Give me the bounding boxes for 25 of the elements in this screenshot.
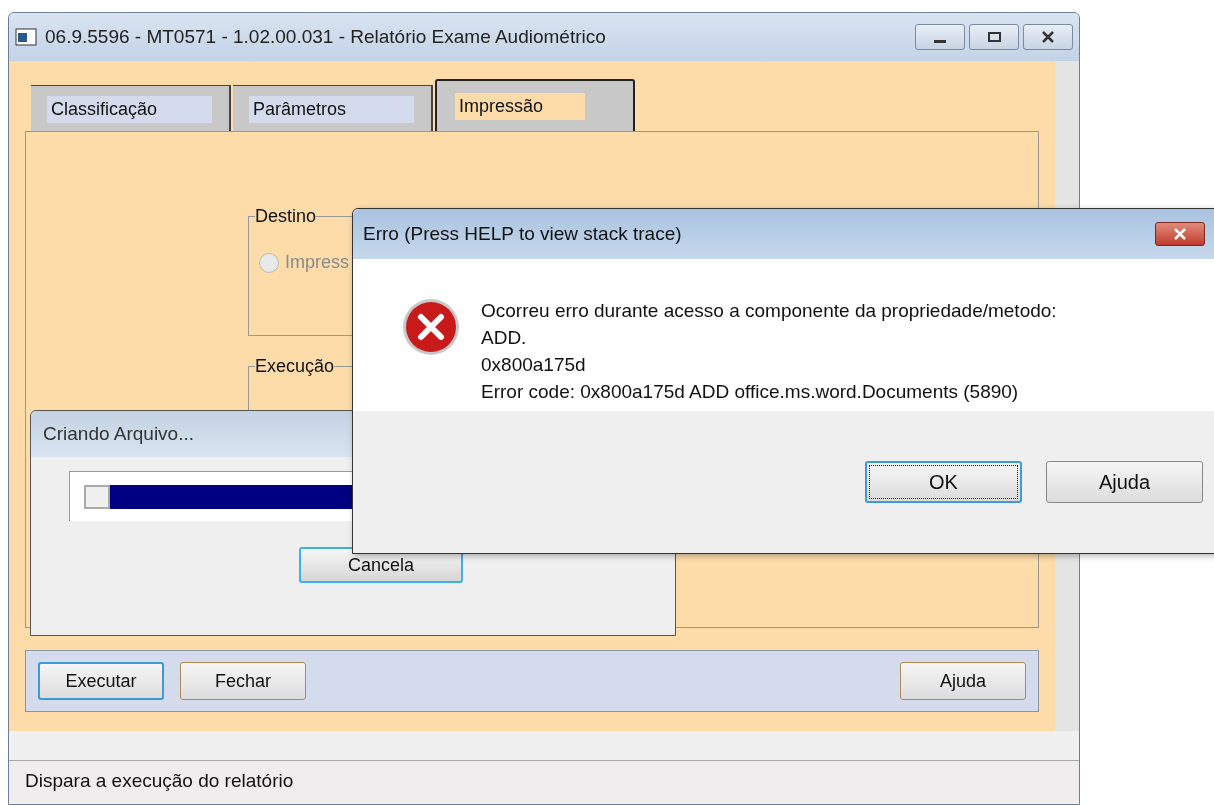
tab[interactable]: Parâmetros bbox=[233, 85, 433, 131]
minimize-button[interactable] bbox=[915, 24, 965, 50]
close-icon bbox=[1173, 228, 1187, 240]
tab[interactable]: Classificação bbox=[31, 85, 231, 131]
close-icon bbox=[1041, 31, 1055, 43]
action-button[interactable]: Fechar bbox=[180, 662, 306, 700]
radio-label: Impress bbox=[285, 251, 349, 274]
action-button[interactable]: Executar bbox=[38, 662, 164, 700]
dialog-button[interactable]: Ajuda bbox=[1046, 461, 1203, 503]
close-button[interactable] bbox=[1155, 222, 1205, 246]
help-button[interactable]: Ajuda bbox=[900, 662, 1026, 700]
tab[interactable]: Impressão bbox=[435, 79, 635, 131]
error-icon bbox=[401, 297, 461, 357]
maximize-button[interactable] bbox=[969, 24, 1019, 50]
dialog-title: Criando Arquivo... bbox=[43, 421, 195, 446]
error-message-line: Error code: 0x800a175d ADD office.ms.word.Documents (5890) bbox=[481, 380, 1020, 404]
close-button[interactable] bbox=[1023, 24, 1073, 50]
error-message-line: 0x800a175d bbox=[481, 353, 587, 377]
window-title: 06.9.5596 - MT0571 - 1.02.00.031 - Relatório Exame Audiométrico bbox=[45, 24, 606, 49]
progress-thumb bbox=[84, 484, 110, 509]
error-message-line: Ocorreu erro durante acesso a componente da propriedade/metodo: bbox=[481, 299, 1057, 323]
dialog-button[interactable]: OK bbox=[865, 461, 1022, 503]
error-message-line: ADD. bbox=[481, 326, 528, 350]
app-icon bbox=[15, 28, 37, 46]
dialog-title: Erro (Press HELP to view stack trace) bbox=[363, 221, 682, 246]
